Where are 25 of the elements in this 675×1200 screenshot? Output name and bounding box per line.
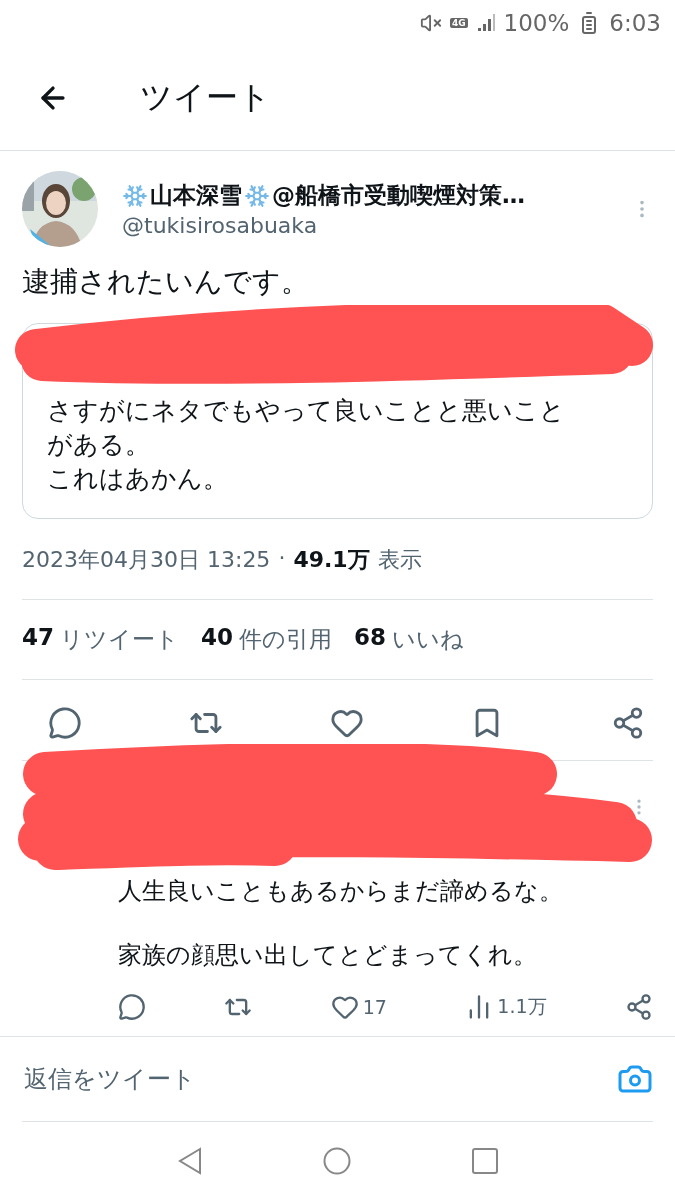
page-title: ツイート	[140, 77, 271, 118]
stat-count[interactable]: 68	[354, 624, 387, 655]
quote-text: さすがにネタでもやって良いことと悪いことがある。	[47, 395, 566, 461]
display-name: 山本深雪	[150, 181, 242, 210]
quote-text: これはあかん。	[47, 463, 229, 495]
separator-dot: ·	[278, 545, 286, 572]
stat-label[interactable]: リツイート	[60, 624, 179, 655]
view-count: 49.1万	[293, 546, 370, 574]
stat-count[interactable]: 40	[201, 624, 234, 655]
timestamp: 2023年04月30日 13:25	[22, 546, 271, 574]
battery-level: 100%	[503, 10, 570, 36]
network-type: 4G	[449, 18, 468, 28]
action-count: 17	[362, 996, 387, 1018]
name-suffix: @船橋市受動喫煙対策…	[272, 181, 525, 210]
action-count: 1.1万	[497, 994, 547, 1019]
user-handle: @tukisirosabuaka	[122, 213, 319, 238]
clock-time: 6:03	[609, 10, 661, 36]
stat-count[interactable]: 47	[22, 624, 54, 655]
tweet-text: 逮捕されたいんです。	[22, 264, 310, 300]
views-label: 表示	[377, 546, 422, 574]
quoted-tweet[interactable]: さすがにネタでもやって良いことと悪いことがある。 これはあかん。	[22, 323, 653, 519]
stat-label[interactable]: 件の引用	[239, 624, 333, 655]
reply-text: 人生良いこともあるからまだ諦めるな。	[118, 876, 563, 907]
stat-label[interactable]: いいね	[392, 624, 465, 655]
reply-text: 家族の顔思い出してとどまってくれ。	[118, 940, 537, 971]
